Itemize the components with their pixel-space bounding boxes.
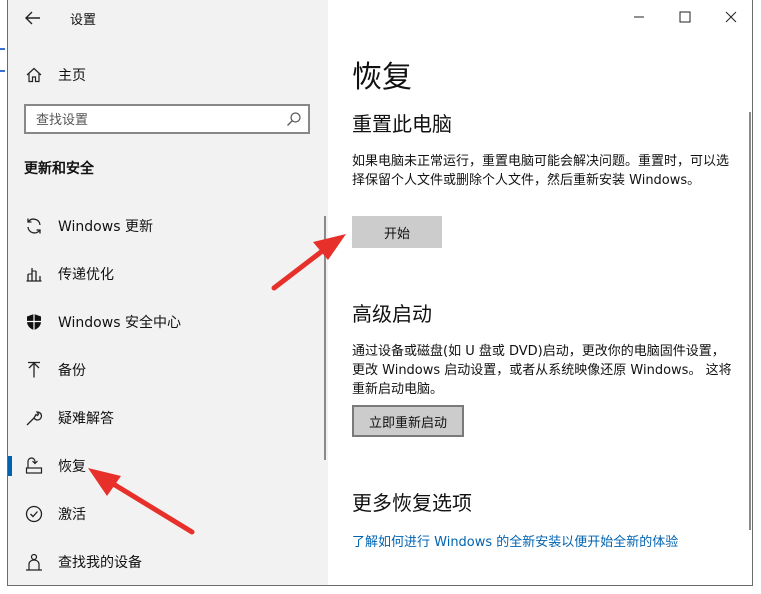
delivery-optimization-icon xyxy=(24,264,44,284)
window-controls xyxy=(616,0,752,34)
wrench-icon xyxy=(24,408,44,428)
sidebar-item-label: 激活 xyxy=(58,507,86,523)
app-title: 设置 xyxy=(70,13,97,28)
main-scrollbar[interactable] xyxy=(749,112,751,530)
maximize-button[interactable] xyxy=(662,0,708,34)
sidebar-item-recovery[interactable]: 恢复 xyxy=(8,449,328,483)
sidebar-item-windows-update[interactable]: Windows 更新 xyxy=(8,209,328,243)
sidebar-item-label: Windows 安全中心 xyxy=(58,315,181,331)
restart-now-button[interactable]: 立即重新启动 xyxy=(352,405,464,437)
sidebar-scrollbar[interactable] xyxy=(324,216,326,460)
back-button[interactable] xyxy=(18,4,48,32)
reset-start-button[interactable]: 开始 xyxy=(352,216,442,248)
close-button[interactable] xyxy=(708,0,752,34)
minimize-icon xyxy=(634,16,644,18)
refresh-icon xyxy=(24,216,44,236)
minimize-button[interactable] xyxy=(616,0,662,34)
background-window-edge xyxy=(0,40,6,100)
page-title: 恢复 xyxy=(352,60,412,95)
sidebar-item-delivery-optimization[interactable]: 传递优化 xyxy=(8,257,328,291)
sidebar-item-label: 查找我的设备 xyxy=(58,555,142,571)
search-box xyxy=(24,104,310,134)
sidebar-item-windows-security[interactable]: Windows 安全中心 xyxy=(8,305,328,339)
section-title: 更新和安全 xyxy=(24,161,94,177)
advanced-startup-heading: 高级启动 xyxy=(352,302,432,326)
main-pane: 恢复 重置此电脑 如果电脑未正常运行，重置电脑可能会解决问题。重置时，可以选择保… xyxy=(328,0,752,585)
sidebar: 设置 主页 更新和安全 Windows 更新 传递优化 xyxy=(8,0,328,585)
settings-window: 设置 主页 更新和安全 Windows 更新 传递优化 xyxy=(7,0,753,586)
reset-pc-heading: 重置此电脑 xyxy=(352,112,452,136)
sidebar-item-label: Windows 更新 xyxy=(58,219,153,235)
sidebar-item-find-my-device[interactable]: 查找我的设备 xyxy=(8,545,328,579)
sidebar-item-label: 疑难解答 xyxy=(58,411,114,427)
search-icon[interactable] xyxy=(286,111,302,131)
backup-arrow-icon xyxy=(24,360,44,380)
title-bar: 设置 xyxy=(8,0,328,36)
checkmark-circle-icon xyxy=(24,504,44,524)
close-icon xyxy=(725,11,737,23)
sidebar-item-troubleshoot[interactable]: 疑难解答 xyxy=(8,401,328,435)
back-arrow-icon xyxy=(25,11,40,25)
clean-install-link[interactable]: 了解如何进行 Windows 的全新安装以便开始全新的体验 xyxy=(352,531,678,550)
more-recovery-options-heading: 更多恢复选项 xyxy=(352,491,472,515)
sidebar-item-activation[interactable]: 激活 xyxy=(8,497,328,531)
sidebar-item-label: 恢复 xyxy=(58,459,86,475)
sidebar-item-backup[interactable]: 备份 xyxy=(8,353,328,387)
sidebar-item-home[interactable]: 主页 xyxy=(8,58,328,92)
search-input[interactable] xyxy=(34,109,278,131)
sidebar-item-label: 主页 xyxy=(58,68,86,84)
maximize-icon xyxy=(679,11,691,23)
sidebar-item-label: 备份 xyxy=(58,363,86,379)
reset-pc-description: 如果电脑未正常运行，重置电脑可能会解决问题。重置时，可以选择保留个人文件或删除个… xyxy=(352,154,730,188)
recovery-icon xyxy=(24,456,44,476)
person-location-icon xyxy=(24,552,44,572)
home-icon xyxy=(24,65,44,85)
advanced-startup-description: 通过设备或磁盘(如 U 盘或 DVD)启动，更改你的电脑固件设置，更改 Wind… xyxy=(352,344,732,397)
shield-icon xyxy=(24,312,44,332)
sidebar-item-label: 传递优化 xyxy=(58,267,114,283)
